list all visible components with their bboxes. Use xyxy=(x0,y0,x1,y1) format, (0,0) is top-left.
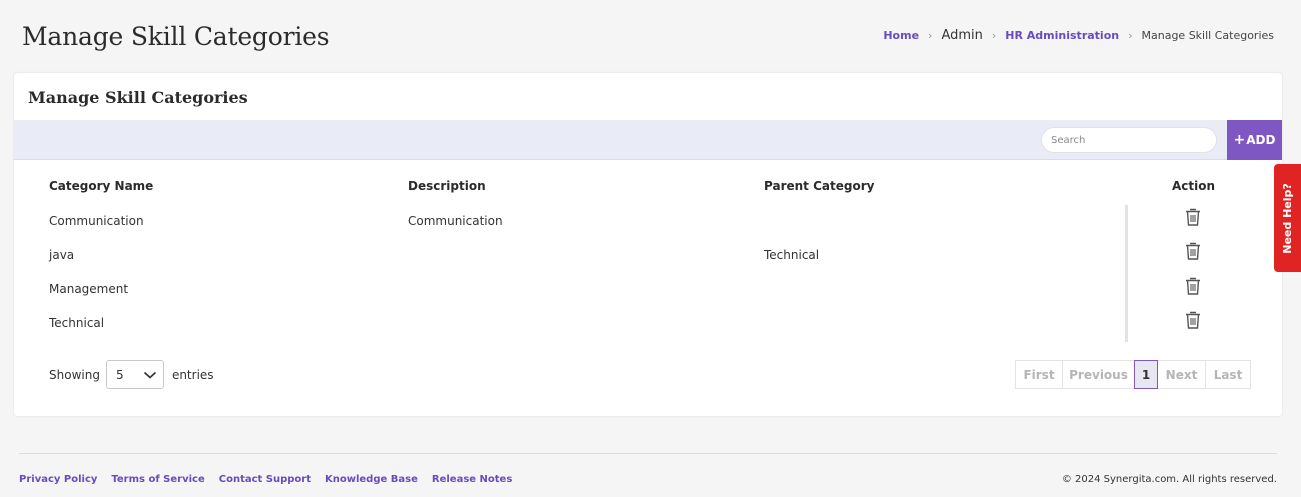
footer-divider xyxy=(19,453,1277,454)
footer-links: Privacy Policy Terms of Service Contact … xyxy=(19,474,512,485)
entries-select-value: 5 xyxy=(115,367,124,382)
chevron-right-icon: › xyxy=(1128,29,1133,42)
page-title: Manage Skill Categories xyxy=(22,22,330,51)
plus-icon: + xyxy=(1233,132,1246,148)
add-button-label: ADD xyxy=(1246,133,1276,147)
breadcrumb-admin: Admin xyxy=(941,28,983,43)
need-help-label: Need Help? xyxy=(1281,182,1294,254)
description-cell: Communication xyxy=(408,214,503,228)
trash-icon[interactable] xyxy=(1184,241,1202,261)
category-name-cell: Management xyxy=(49,282,129,296)
footer-link-contact-support[interactable]: Contact Support xyxy=(219,474,311,485)
chevron-down-icon xyxy=(143,371,157,379)
add-button[interactable]: + ADD xyxy=(1227,120,1282,160)
footer-link-privacy-policy[interactable]: Privacy Policy xyxy=(19,474,97,485)
card-title: Manage Skill Categories xyxy=(28,88,248,107)
need-help-tab[interactable]: Need Help? xyxy=(1274,164,1301,272)
breadcrumb-hr-administration-link[interactable]: HR Administration xyxy=(1005,29,1119,42)
footer-link-terms-of-service[interactable]: Terms of Service xyxy=(111,474,204,485)
category-name-cell: Communication xyxy=(49,214,144,228)
footer-link-knowledge-base[interactable]: Knowledge Base xyxy=(325,474,418,485)
chevron-right-icon: › xyxy=(928,29,933,42)
entries-per-page-select[interactable]: 5 xyxy=(105,360,164,389)
breadcrumb: Home › Admin › HR Administration › Manag… xyxy=(883,28,1274,43)
trash-icon[interactable] xyxy=(1184,207,1202,227)
skill-categories-card: Manage Skill Categories + ADD Category N… xyxy=(14,73,1282,416)
column-header-description: Description xyxy=(408,179,486,193)
table-toolbar: + ADD xyxy=(14,120,1282,160)
table-scrollbar[interactable] xyxy=(1125,205,1128,342)
entries-length-control: Showing 5 entries xyxy=(49,360,214,389)
pagination-first[interactable]: First xyxy=(1015,360,1063,389)
column-header-parent-category: Parent Category xyxy=(764,179,875,193)
pagination-previous[interactable]: Previous xyxy=(1062,360,1135,389)
column-header-category-name: Category Name xyxy=(49,179,154,193)
search-input[interactable] xyxy=(1041,127,1217,153)
showing-label: Showing xyxy=(49,367,100,382)
trash-icon[interactable] xyxy=(1184,310,1202,330)
copyright: © 2024 Synergita.com. All rights reserve… xyxy=(1061,474,1277,485)
chevron-right-icon: › xyxy=(991,29,997,42)
trash-icon[interactable] xyxy=(1184,276,1202,296)
pagination-next[interactable]: Next xyxy=(1157,360,1206,389)
category-name-cell: Technical xyxy=(49,316,105,330)
category-name-cell: java xyxy=(49,248,75,262)
footer-link-release-notes[interactable]: Release Notes xyxy=(432,474,512,485)
entries-label: entries xyxy=(171,367,214,382)
pagination: First Previous 1 Next Last xyxy=(1015,360,1251,389)
breadcrumb-current: Manage Skill Categories xyxy=(1141,29,1275,42)
pagination-last[interactable]: Last xyxy=(1205,360,1251,389)
column-header-action: Action xyxy=(1172,179,1216,193)
pagination-page-1[interactable]: 1 xyxy=(1134,360,1158,389)
parent-category-cell: Technical xyxy=(764,248,820,262)
breadcrumb-home-link[interactable]: Home xyxy=(883,29,919,42)
